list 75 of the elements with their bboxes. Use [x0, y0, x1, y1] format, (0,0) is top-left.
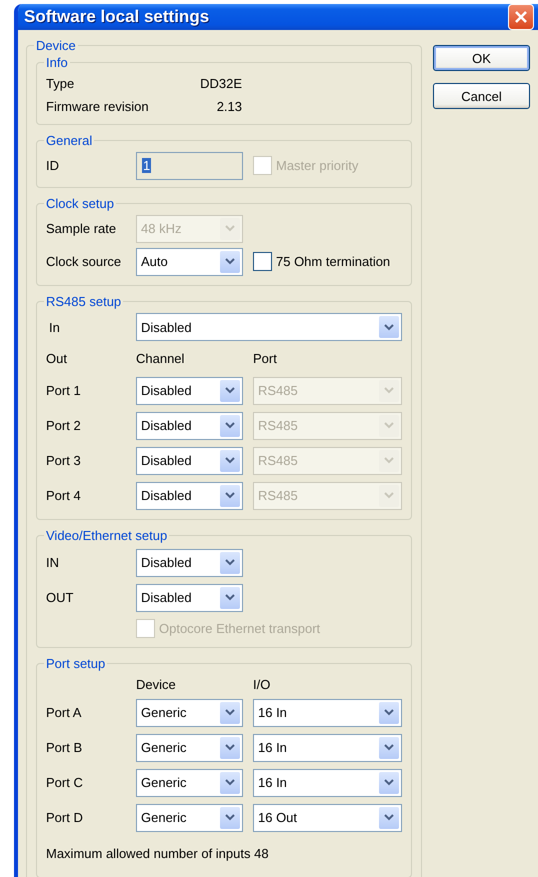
chevron-down-icon	[225, 814, 235, 821]
dropdown[interactable]: Disabled	[136, 446, 243, 474]
dropdown[interactable]: Disabled	[136, 376, 243, 404]
label: In	[48, 320, 61, 334]
label: Port A	[46, 705, 82, 720]
label: Port C	[46, 775, 84, 790]
chevron-down-icon	[384, 779, 394, 786]
chevron-down-icon	[225, 422, 235, 429]
chevron-down-icon	[225, 709, 235, 716]
label: Port 4	[46, 488, 82, 503]
chevron-down-icon	[225, 225, 235, 232]
label: IN	[46, 555, 60, 570]
chevron-down-icon	[225, 387, 235, 394]
dropdown[interactable]: Disabled	[136, 584, 243, 612]
group-title: Clock setup	[45, 196, 115, 211]
chevron-down-icon	[225, 559, 235, 566]
label: Port 3	[46, 453, 82, 468]
label: ID	[46, 158, 60, 173]
ok-button[interactable]: OK	[433, 45, 530, 71]
dropdown[interactable]: 16 In	[253, 698, 402, 726]
chevron-down-icon	[384, 422, 394, 429]
dropdown[interactable]: Generic	[136, 734, 243, 762]
chevron-down-icon	[384, 709, 394, 716]
chevron-down-icon	[225, 258, 235, 265]
chevron-down-icon	[384, 457, 394, 464]
window-title: Software local settings	[24, 7, 210, 27]
dropdown[interactable]: 16 In	[253, 768, 402, 796]
chevron-down-icon	[225, 779, 235, 786]
id-field[interactable]: 1	[136, 152, 243, 180]
column-header: Out	[46, 350, 68, 366]
dropdown[interactable]: Disabled	[136, 412, 243, 440]
dropdown[interactable]: Generic	[136, 768, 243, 796]
chevron-down-icon	[384, 492, 394, 499]
cancel-button[interactable]: Cancel	[433, 83, 530, 109]
dropdown[interactable]: Generic	[136, 804, 243, 832]
dropdown[interactable]: Auto	[136, 248, 243, 276]
dropdown[interactable]: 16 Out	[253, 804, 402, 832]
chevron-down-icon	[225, 594, 235, 601]
dropdown[interactable]: Generic	[136, 698, 243, 726]
group-title: Device	[35, 38, 77, 53]
column-header: I/O	[253, 676, 272, 692]
label: Firmware revision	[46, 99, 150, 114]
value: DD32E	[199, 76, 242, 91]
checkbox[interactable]: 75 Ohm termination	[253, 252, 390, 271]
chevron-down-icon	[384, 387, 394, 394]
label: Port D	[46, 810, 84, 825]
group-title: General	[45, 133, 94, 148]
close-button[interactable]	[508, 4, 534, 30]
label: Port B	[46, 740, 84, 755]
label: Type	[46, 76, 76, 91]
label: Port 2	[46, 418, 82, 433]
column-header: Channel	[136, 350, 186, 366]
column-header: Port	[253, 350, 278, 366]
chevron-down-icon	[225, 457, 235, 464]
value: 2.13	[216, 99, 242, 114]
dropdown[interactable]: Disabled	[136, 548, 243, 576]
dropdown[interactable]: Disabled	[136, 313, 402, 341]
label: Port 1	[46, 383, 82, 398]
group-title: Video/Ethernet setup	[45, 528, 168, 543]
dropdown[interactable]: Disabled	[136, 482, 243, 510]
chevron-down-icon	[384, 324, 394, 330]
close-icon	[514, 10, 528, 24]
chevron-down-icon	[384, 744, 394, 751]
dropdown[interactable]: 16 In	[253, 734, 402, 762]
chevron-down-icon	[384, 814, 394, 821]
group-title: Info	[45, 55, 69, 70]
column-header: Device	[136, 676, 177, 692]
label: Sample rate	[46, 221, 118, 236]
chevron-down-icon	[225, 492, 235, 499]
note-text: Maximum allowed number of inputs 48	[46, 846, 269, 860]
group-title: RS485 setup	[45, 294, 122, 309]
label: Clock source	[46, 254, 122, 269]
label: OUT	[46, 590, 74, 605]
chevron-down-icon	[225, 744, 235, 751]
group-title: Port setup	[45, 656, 106, 671]
